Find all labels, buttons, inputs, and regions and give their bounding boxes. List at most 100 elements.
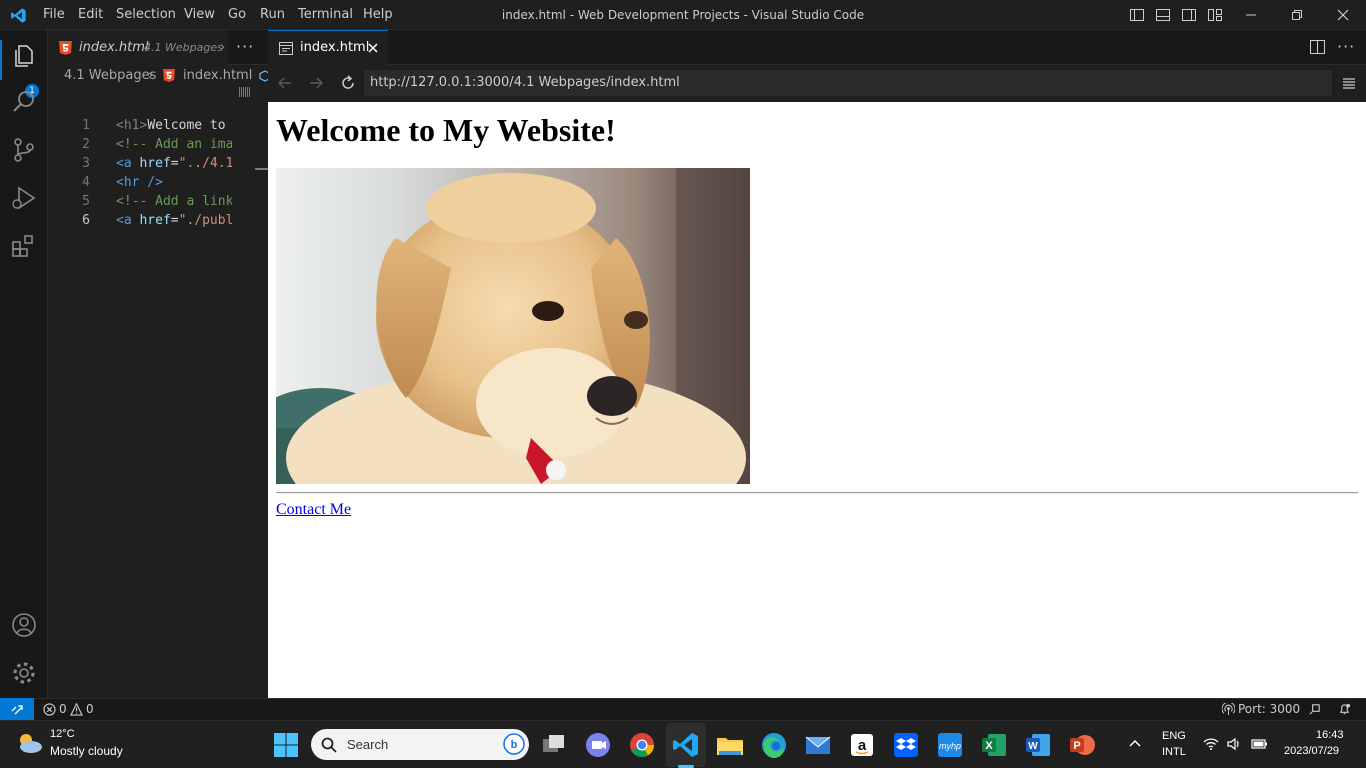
tab-filename: index.html: [300, 40, 370, 55]
code-text: <a href="../4.1: [116, 154, 232, 173]
code-text: <a href="./publ: [116, 211, 232, 230]
browser-nav-bar: http://127.0.0.1:3000/4.1 Webpages/index…: [268, 65, 1366, 101]
menu-file[interactable]: File: [43, 0, 65, 30]
feedback-icon[interactable]: [1308, 703, 1321, 716]
file-explorer-icon[interactable]: [714, 729, 746, 761]
code-line[interactable]: 5 <!-- Add a link: [48, 192, 278, 211]
restore-icon[interactable]: [1289, 7, 1305, 23]
source-control-icon[interactable]: [10, 136, 38, 164]
toggle-panel-icon[interactable]: [1155, 7, 1171, 23]
contact-me-link[interactable]: Contact Me: [276, 501, 351, 519]
notifications-bell-icon[interactable]: [1338, 703, 1351, 716]
close-window-icon[interactable]: [1335, 7, 1351, 23]
task-view-icon[interactable]: [538, 729, 570, 761]
run-debug-icon[interactable]: [10, 184, 38, 212]
tab-index-html-left[interactable]: index.html 4.1 Webpages ›: [48, 30, 228, 65]
forward-arrow-icon[interactable]: [308, 75, 324, 91]
remote-indicator[interactable]: [0, 698, 34, 720]
warning-count[interactable]: 0: [86, 699, 94, 720]
warnings-icon[interactable]: [70, 703, 83, 716]
weather-cloud-icon[interactable]: [16, 731, 44, 755]
line-number: 2: [82, 137, 90, 152]
accounts-icon[interactable]: [10, 611, 38, 639]
split-editor-icon[interactable]: [1310, 40, 1325, 54]
code-line[interactable]: 6 <a href="./publ: [48, 211, 278, 230]
menu-run[interactable]: Run: [260, 0, 285, 30]
keyboard-layout[interactable]: INTL: [1162, 746, 1186, 758]
weather-temp[interactable]: 12°C: [50, 728, 75, 740]
menu-selection[interactable]: Selection: [116, 0, 176, 30]
search-icon[interactable]: [10, 88, 38, 116]
menu-terminal[interactable]: Terminal: [298, 0, 353, 30]
menu-help[interactable]: Help: [363, 0, 393, 30]
tab-filename: index.html: [79, 40, 149, 55]
tab-index-html-preview[interactable]: index.html: [268, 30, 388, 65]
code-token: "../4.1: [178, 156, 232, 171]
back-arrow-icon[interactable]: [277, 75, 293, 91]
tab-bar-left: index.html 4.1 Webpages › ···: [48, 30, 268, 65]
manage-gear-icon[interactable]: [10, 659, 38, 687]
word-icon[interactable]: W: [1022, 729, 1054, 761]
menu-view[interactable]: View: [184, 0, 215, 30]
more-actions-icon[interactable]: ···: [1337, 30, 1355, 63]
code-token: <h1>: [116, 118, 148, 133]
menu-go[interactable]: Go: [228, 0, 246, 30]
errors-icon[interactable]: [43, 703, 56, 716]
amazon-icon[interactable]: a: [846, 729, 878, 761]
breadcrumb: 4.1 Webpages › index.html: [48, 65, 268, 87]
browser-menu-icon[interactable]: [1342, 76, 1356, 90]
excel-icon[interactable]: X: [978, 729, 1010, 761]
menu-edit[interactable]: Edit: [78, 0, 103, 30]
customize-layout-icon[interactable]: [1207, 7, 1223, 23]
clock-date[interactable]: 2023/07/29: [1284, 745, 1339, 757]
taskbar-search-box[interactable]: Search b: [311, 729, 529, 760]
battery-icon[interactable]: [1250, 737, 1268, 751]
vscode-taskbar-icon[interactable]: [670, 729, 702, 761]
toggle-primary-sidebar-icon[interactable]: [1129, 7, 1145, 23]
url-text: http://127.0.0.1:3000/4.1 Webpages/index…: [370, 75, 680, 90]
code-line[interactable]: 3 <a href="../4.1: [48, 154, 278, 173]
svg-text:W: W: [1028, 741, 1038, 752]
url-input[interactable]: http://127.0.0.1:3000/4.1 Webpages/index…: [364, 70, 1332, 96]
more-actions-icon[interactable]: ···: [236, 30, 254, 63]
volume-icon[interactable]: [1226, 737, 1242, 751]
code-line[interactable]: 4 <hr />: [48, 173, 278, 192]
edge-icon[interactable]: [758, 729, 790, 761]
browser-preview-icon: [279, 42, 293, 55]
teams-chat-icon[interactable]: [582, 729, 614, 761]
wifi-icon[interactable]: [1203, 737, 1219, 751]
code-token: href: [139, 156, 171, 171]
editor-group-left: index.html 4.1 Webpages › ··· 4.1 Webpag…: [48, 30, 268, 698]
live-server-port[interactable]: Port: 3000: [1238, 699, 1300, 720]
symbol-cube-icon: [259, 70, 268, 82]
dropbox-icon[interactable]: [890, 729, 922, 761]
code-line[interactable]: 1 <h1>Welcome to: [48, 116, 278, 135]
minimap[interactable]: [239, 87, 251, 97]
title-bar: File Edit Selection View Go Run Terminal…: [0, 0, 1366, 30]
code-token: <!-- Add a link: [116, 194, 232, 209]
svg-text:b: b: [511, 739, 518, 751]
language-indicator[interactable]: ENG: [1162, 730, 1186, 742]
error-count[interactable]: 0: [59, 699, 67, 720]
clock-time[interactable]: 16:43: [1316, 729, 1344, 741]
code-text: <hr />: [116, 173, 232, 192]
reload-icon[interactable]: [340, 75, 356, 91]
toggle-secondary-sidebar-icon[interactable]: [1181, 7, 1197, 23]
search-placeholder: Search: [347, 737, 389, 752]
myhp-icon[interactable]: myhp: [934, 729, 966, 761]
extensions-icon[interactable]: [10, 232, 38, 260]
breadcrumb-file[interactable]: index.html: [183, 65, 252, 87]
close-tab-icon[interactable]: [368, 43, 378, 53]
line-number: 6: [82, 213, 90, 228]
explorer-icon[interactable]: [10, 41, 38, 69]
start-windows-icon[interactable]: [270, 729, 302, 761]
minimize-icon[interactable]: [1243, 7, 1259, 23]
show-hidden-icons-chevron-icon[interactable]: [1129, 738, 1141, 748]
weather-description[interactable]: Mostly cloudy: [50, 744, 123, 758]
code-line[interactable]: 2 <!-- Add an ima: [48, 135, 278, 154]
powerpoint-icon[interactable]: P: [1066, 729, 1098, 761]
breadcrumb-folder[interactable]: 4.1 Webpages: [64, 65, 156, 87]
mail-icon[interactable]: [802, 729, 834, 761]
code-token: <hr />: [116, 175, 163, 190]
chrome-icon[interactable]: [626, 729, 658, 761]
